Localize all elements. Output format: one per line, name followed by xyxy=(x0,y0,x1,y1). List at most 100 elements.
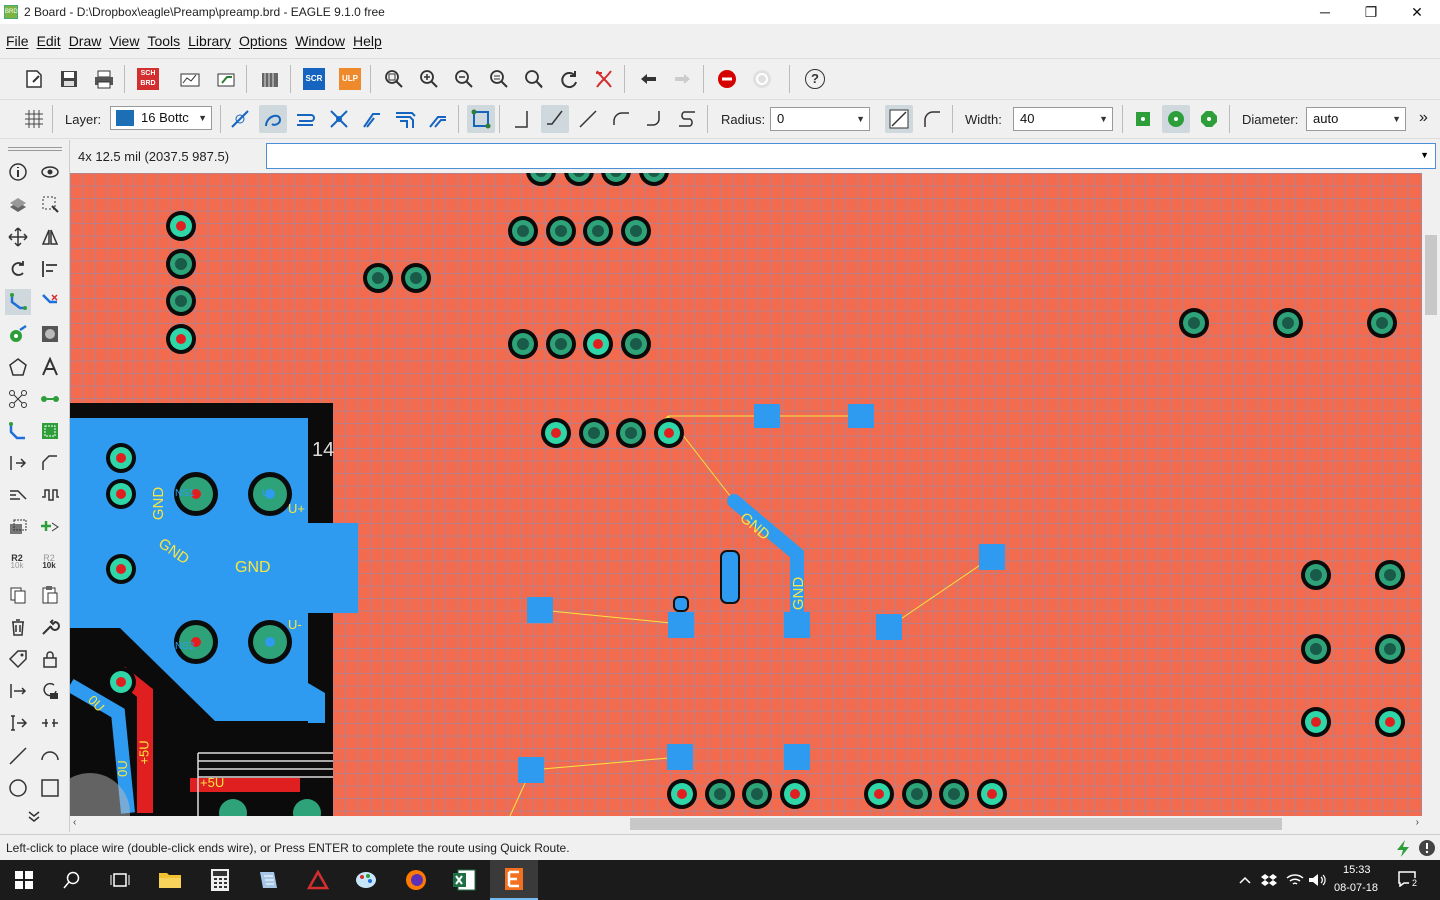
menu-file[interactable]: File xyxy=(6,33,29,49)
zoom-select-button[interactable] xyxy=(520,65,548,93)
toolbar-overflow-button[interactable]: » xyxy=(1419,109,1428,127)
paste-tool[interactable] xyxy=(37,582,63,608)
delete-tool[interactable] xyxy=(5,614,31,640)
menu-view[interactable]: View xyxy=(109,33,139,49)
zoom-fit-button[interactable] xyxy=(380,65,408,93)
show-tool[interactable] xyxy=(37,159,63,185)
taskbar-app-paint[interactable] xyxy=(342,860,390,900)
replace-tool[interactable] xyxy=(37,678,63,704)
move-tool[interactable] xyxy=(5,224,31,250)
route-walkaround-button[interactable] xyxy=(259,105,287,133)
horizontal-scroll-thumb[interactable] xyxy=(630,818,1282,830)
taskbar-app-notepad[interactable] xyxy=(244,860,292,900)
via-round-button[interactable] xyxy=(1162,105,1190,133)
meander-tool[interactable] xyxy=(5,450,31,476)
dropbox-icon[interactable] xyxy=(1261,873,1277,887)
stop-button[interactable] xyxy=(713,65,741,93)
lock-tool[interactable] xyxy=(37,646,63,672)
start-button[interactable] xyxy=(0,860,48,900)
menu-window[interactable]: Window xyxy=(295,33,345,49)
info-tool[interactable] xyxy=(5,159,31,185)
value-tool[interactable]: R2 10k xyxy=(36,549,62,575)
taskbar-eagle[interactable] xyxy=(490,860,538,900)
zoom-in-button[interactable] xyxy=(415,65,443,93)
connect-tool[interactable] xyxy=(37,386,63,412)
run-script-button[interactable]: SCR xyxy=(300,65,328,93)
diameter-select[interactable]: auto ▼ xyxy=(1306,107,1406,131)
text-tool[interactable] xyxy=(37,354,63,380)
horizontal-scrollbar[interactable]: ‹ › xyxy=(70,816,1422,832)
chevron-down-icon[interactable]: ▼ xyxy=(1420,150,1429,160)
sch-brd-switch-button[interactable]: SCH BRD xyxy=(134,65,162,93)
optimize-tool[interactable] xyxy=(5,678,31,704)
route-tool[interactable] xyxy=(5,289,31,315)
route-multi-button[interactable] xyxy=(391,105,419,133)
new-file-button[interactable] xyxy=(20,65,48,93)
close-button[interactable]: ✕ xyxy=(1394,0,1440,24)
via-octagon-button[interactable] xyxy=(1195,105,1223,133)
menu-library[interactable]: Library xyxy=(188,33,231,49)
zoom-last-button[interactable] xyxy=(485,65,513,93)
taskbar-app-red[interactable] xyxy=(294,860,342,900)
grid-button[interactable] xyxy=(20,105,48,133)
route-single-button[interactable] xyxy=(226,105,254,133)
volume-icon[interactable] xyxy=(1308,873,1326,887)
stop-command-icon[interactable] xyxy=(1418,839,1436,857)
menu-options[interactable]: Options xyxy=(239,33,287,49)
task-view-button[interactable] xyxy=(96,860,144,900)
menu-tools[interactable]: Tools xyxy=(147,33,180,49)
redo-button[interactable] xyxy=(669,65,697,93)
via-square-button[interactable] xyxy=(1129,105,1157,133)
more-tools-button[interactable] xyxy=(21,804,47,830)
layer-select[interactable]: 16 Bottc ▼ xyxy=(110,106,212,130)
bend-straight-button[interactable] xyxy=(574,105,602,133)
go-button[interactable] xyxy=(748,65,776,93)
maximize-button[interactable]: ❐ xyxy=(1348,0,1394,24)
help-button[interactable]: ? xyxy=(801,65,829,93)
line-tool[interactable] xyxy=(5,743,31,769)
align-tool[interactable] xyxy=(37,256,63,282)
display-layers-tool[interactable] xyxy=(5,191,31,217)
taskbar-file-explorer[interactable] xyxy=(146,860,194,900)
add-part-tool[interactable] xyxy=(37,514,63,540)
menu-draw[interactable]: Draw xyxy=(69,33,102,49)
library-manager-button[interactable] xyxy=(256,65,284,93)
polygon-tool[interactable] xyxy=(5,354,31,380)
route-fanout-button[interactable] xyxy=(424,105,452,133)
meander-wave-tool[interactable] xyxy=(37,482,63,508)
action-center-button[interactable]: 2 xyxy=(1398,871,1420,889)
rotate-tool[interactable] xyxy=(5,256,31,282)
bend-arc-90-button[interactable] xyxy=(640,105,668,133)
radius-select[interactable]: 0 ▼ xyxy=(770,107,870,131)
scroll-right-arrow[interactable]: › xyxy=(1416,817,1419,828)
vertical-scroll-thumb[interactable] xyxy=(1425,235,1437,315)
run-ulp-button[interactable]: ULP xyxy=(336,65,364,93)
bend-45-button[interactable] xyxy=(541,105,569,133)
chevron-up-icon[interactable] xyxy=(1238,873,1252,887)
redraw-button[interactable] xyxy=(555,65,583,93)
circle-tool[interactable] xyxy=(5,775,31,801)
bend-freehand-button[interactable] xyxy=(673,105,701,133)
taskbar-firefox[interactable] xyxy=(392,860,440,900)
undo-button[interactable] xyxy=(634,65,662,93)
arc-tool[interactable] xyxy=(37,743,63,769)
scroll-left-arrow[interactable]: ‹ xyxy=(73,817,76,828)
width-select[interactable]: 40 ▼ xyxy=(1013,107,1113,131)
lightning-icon[interactable] xyxy=(1394,839,1412,857)
taskbar-excel[interactable] xyxy=(440,860,488,900)
bend-90-button[interactable] xyxy=(508,105,536,133)
board-canvas[interactable]: GND GND GND GND GND U+ U- NS1 NS2 U +5U … xyxy=(70,173,1422,816)
design-rules-tool[interactable] xyxy=(37,418,63,444)
mark-tool[interactable] xyxy=(37,191,63,217)
zoom-out-button[interactable] xyxy=(450,65,478,93)
save-button[interactable] xyxy=(55,65,83,93)
autorouter-tool[interactable] xyxy=(5,418,31,444)
pad-tool[interactable] xyxy=(37,321,63,347)
group-tool[interactable] xyxy=(5,514,31,540)
menu-edit[interactable]: Edit xyxy=(37,33,61,49)
taskbar-calculator[interactable] xyxy=(196,860,244,900)
copy-tool[interactable] xyxy=(5,582,31,608)
loop-remove-button[interactable] xyxy=(467,105,495,133)
route-push-button[interactable] xyxy=(292,105,320,133)
attribute-tool[interactable] xyxy=(5,646,31,672)
